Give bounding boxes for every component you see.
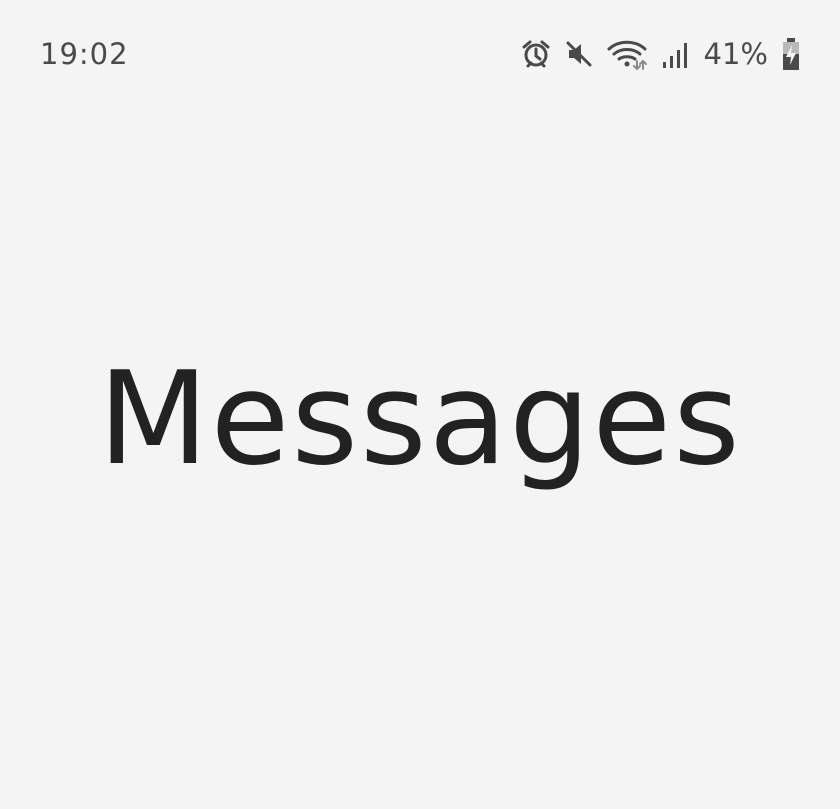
status-icons: 41% bbox=[520, 34, 802, 74]
alarm-icon bbox=[520, 38, 552, 70]
wifi-icon bbox=[606, 37, 648, 71]
title-area: Messages bbox=[0, 340, 840, 520]
signal-icon bbox=[660, 38, 690, 70]
status-time: 19:02 bbox=[40, 37, 129, 71]
page-title: Messages bbox=[98, 345, 742, 494]
mute-icon bbox=[564, 39, 594, 69]
battery-percent: 41% bbox=[703, 37, 768, 71]
status-bar: 19:02 41% bbox=[0, 0, 840, 108]
battery-charging-icon bbox=[780, 37, 802, 71]
